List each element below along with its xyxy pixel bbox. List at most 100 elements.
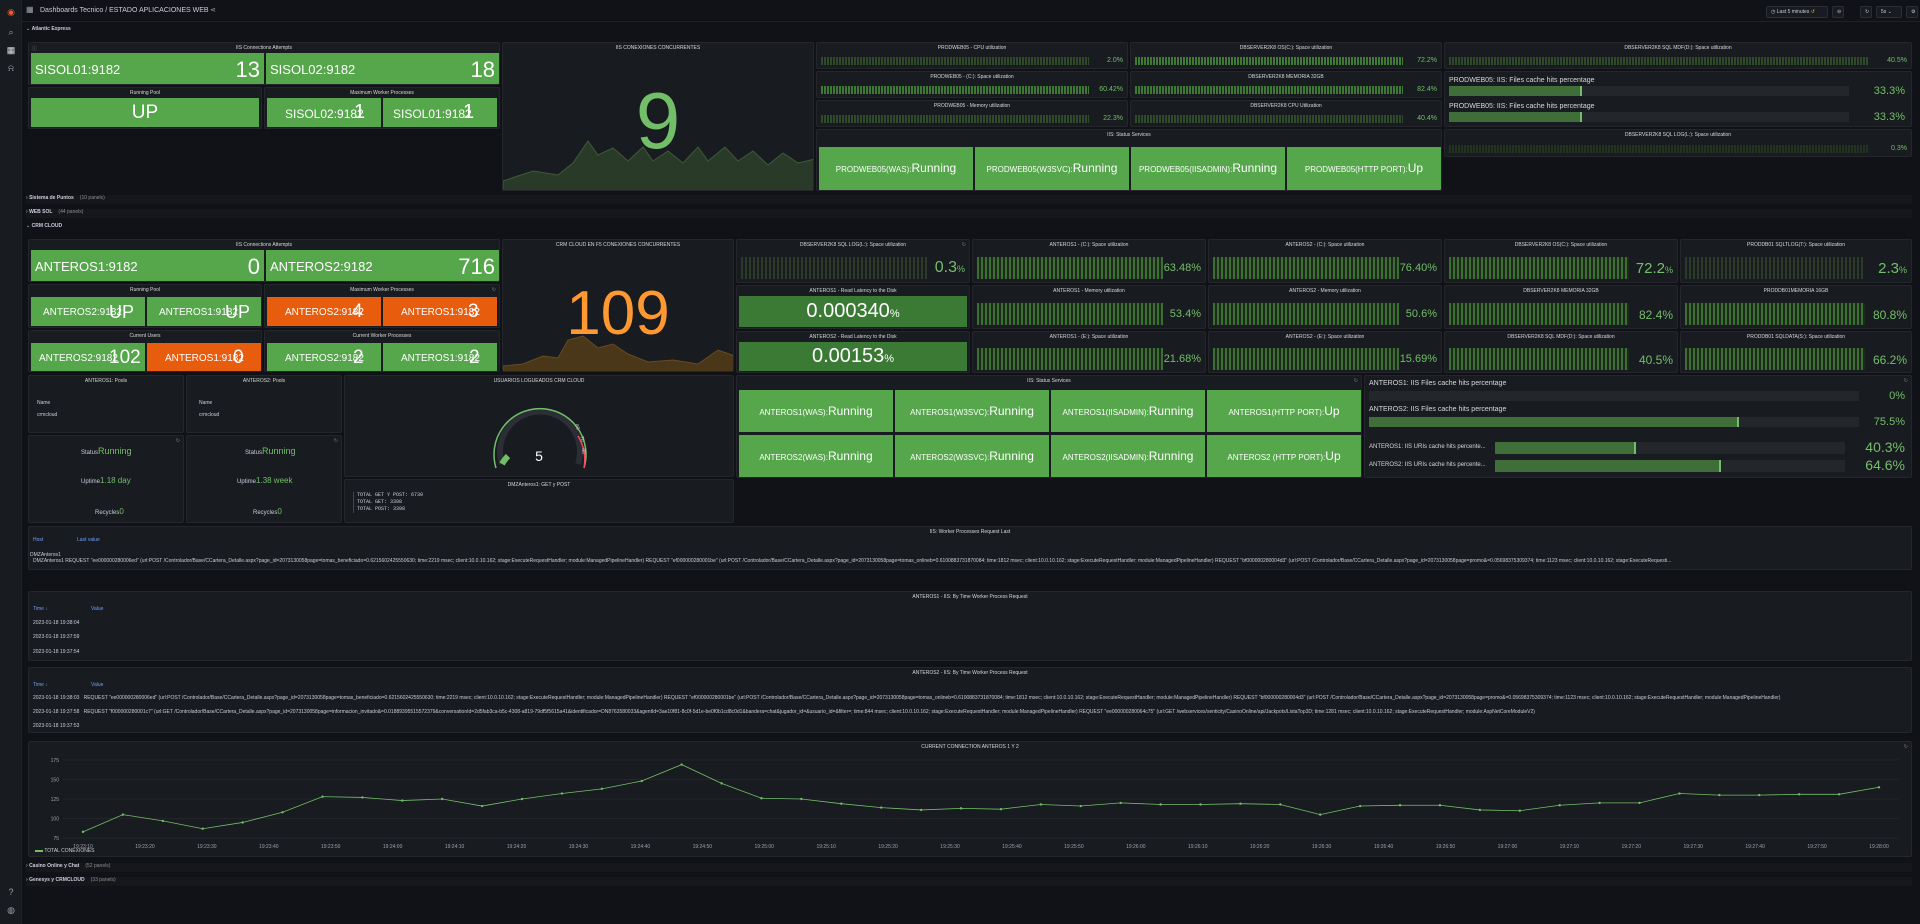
crm-bar-panel-3: DBSERVER2K8 OS(C:): Space utilization 72… xyxy=(1444,239,1678,283)
refresh-icon: ↻ xyxy=(961,242,966,248)
refresh-interval-picker[interactable]: 5s ⌄ xyxy=(1876,6,1902,18)
chart-legend[interactable]: TOTAL CONEXIONES xyxy=(35,848,95,854)
stat-value: 13 xyxy=(235,57,260,82)
data-point xyxy=(1039,803,1043,806)
unit: % xyxy=(1896,308,1907,322)
row-atlantic-express[interactable]: ⌄ Atlantic Express xyxy=(26,26,226,35)
svc-name: PRODWEB05(HTTP PORT): xyxy=(1304,165,1408,174)
bar-gauge xyxy=(977,348,1163,370)
svc-state: Running xyxy=(827,449,873,463)
crm-bar-panel-5: ANTEROS1 - Memory utilization 53.4% xyxy=(972,285,1206,329)
svc-card: ANTEROS1(HTTP PORT):Up xyxy=(1207,390,1361,432)
refresh-button[interactable]: ↻ xyxy=(1860,6,1872,18)
crm-bar-panel-7: DBSERVER2K8 MEMORIA 32GB 82.4% xyxy=(1444,285,1678,329)
dashboards-icon[interactable]: ▦ xyxy=(4,44,18,56)
column-header-value[interactable]: Value xyxy=(91,606,103,612)
stat-anteros1: ANTEROS1:9182 0 xyxy=(31,250,264,281)
panel-title: IIS: Status Services xyxy=(1107,132,1151,138)
unit: % xyxy=(1191,353,1201,365)
x-tick-label: 19:25:40 xyxy=(1002,844,1022,850)
pool-column: Name xyxy=(37,400,51,406)
svc-state: Running xyxy=(989,404,1034,418)
settings-icon[interactable]: ⚙ xyxy=(1906,6,1918,18)
cache-label: ANTEROS2: IIS URIs cache hits percente..… xyxy=(1369,462,1486,468)
value: 50.6 xyxy=(1405,308,1428,320)
gauge-tick: 70 xyxy=(578,435,586,443)
row-casino-online[interactable]: › Casino Online y Chat (52 panels) xyxy=(26,863,1912,872)
panel-title: IIS Connections Attempts xyxy=(235,242,293,248)
data-point xyxy=(600,787,604,791)
help-icon[interactable]: ? xyxy=(4,886,18,898)
data-point xyxy=(959,807,963,810)
bar-value: 0.3% xyxy=(935,259,965,277)
svc-card: ANTEROS2(W3SVC):Running xyxy=(895,435,1049,477)
breadcrumb[interactable]: Dashboards Tecnico / ESTADO APLICACIONES… xyxy=(40,7,209,14)
column-header-host[interactable]: Host xyxy=(33,537,43,543)
column-header-last-value[interactable]: Last value xyxy=(77,537,100,543)
column-header-time[interactable]: Time ↓ xyxy=(33,682,48,688)
panel-title: ANTEROS1 - (E:): Space utilization xyxy=(1049,334,1129,340)
status-value: Running xyxy=(262,446,296,456)
atl-concurrent-connections-panel: IIS CONEXIONES CONCURRENTES 9 xyxy=(502,42,814,191)
panel-title: PRODWEB05 - CPU utilization xyxy=(937,45,1007,51)
stat-label: ANTEROS1:9182 xyxy=(35,259,138,274)
y-tick-label: 100 xyxy=(51,817,60,823)
worker-process-last-panel: IIS: Worker Processes Request Last Host … xyxy=(28,526,1912,570)
cache-value: 33.3% xyxy=(1873,85,1905,97)
users-gauge-panel: USUARIOS LOGUEADOS CRM CLOUD 60 70 80 5 xyxy=(344,375,734,477)
data-point xyxy=(361,796,364,799)
panel-title: Running Pool xyxy=(129,90,161,96)
row-title: Sistema de Puntos xyxy=(29,195,74,201)
status-line: StatusRunning xyxy=(81,446,132,456)
refresh-icon: ↻ xyxy=(1903,378,1908,384)
column-header-time[interactable]: Time ↓ xyxy=(33,606,48,612)
row-title: WEB SOL xyxy=(29,209,53,215)
x-tick-label: 19:25:50 xyxy=(1064,844,1084,850)
column-header-value[interactable]: Value xyxy=(91,682,103,688)
bar-gauge xyxy=(1135,115,1403,123)
host-label: DMZAnteros1 xyxy=(30,552,61,558)
row-genesys-crmcloud[interactable]: › Genesys y CRMCLOUD (33 panels) xyxy=(26,877,1912,886)
panel-title: USUARIOS LOGUEADOS CRM CLOUD xyxy=(493,378,585,384)
crm-bar-panel-4: PRODDB01 SQLTLOG(T:): Space utilization … xyxy=(1680,239,1912,283)
x-tick-label: 19:27:10 xyxy=(1560,844,1580,850)
bar-value: 2.3% xyxy=(1878,260,1907,277)
time-range-picker[interactable]: ◷ Last 5 minutes ↺ xyxy=(1766,6,1828,18)
table-row: 2023-01-18 19:37:58 REQUEST "f0000002800… xyxy=(33,709,1909,715)
x-tick-label: 19:24:20 xyxy=(507,844,527,850)
bar-gauge xyxy=(1449,145,1869,153)
table-row: 2023-01-18 19:38:04 xyxy=(33,620,80,626)
status-value: Running xyxy=(98,446,132,456)
zoom-out-button[interactable]: ⊖ xyxy=(1832,6,1844,18)
atl-bar-panel-0: PRODWEB05 - CPU utilization 2.0% xyxy=(816,42,1128,69)
row-crm-cloud[interactable]: ⌄ CRM CLOUD xyxy=(26,223,226,232)
bar-value: 2.0% xyxy=(1107,57,1123,64)
time-range-label: Last 5 minutes xyxy=(1776,9,1810,15)
stat-label: SISOL01:9182 xyxy=(35,62,121,77)
stat-card: ANTEROS1:9182 UP xyxy=(147,297,261,326)
search-icon[interactable]: ⌕ xyxy=(4,26,18,38)
row-title: Genesys y CRMCLOUD xyxy=(29,877,85,883)
bar-gauge xyxy=(1213,303,1399,325)
atl-running-pool-panel: Running Pool UP xyxy=(28,87,262,129)
user-avatar-icon[interactable]: ◍ xyxy=(4,904,18,916)
data-point xyxy=(1199,803,1202,806)
row-web-sol[interactable]: › WEB SOL (44 panels) xyxy=(26,209,1912,218)
bar-gauge xyxy=(1135,57,1403,65)
unit: % xyxy=(1896,353,1907,367)
alerting-icon[interactable]: ⍾ xyxy=(4,62,18,74)
grafana-logo-icon[interactable]: ◉ xyxy=(4,6,18,18)
svc-state: Up xyxy=(1324,404,1340,418)
row-time: 2023-01-18 19:38:03 xyxy=(33,695,80,701)
stat-label: ANTEROS2:9182 xyxy=(39,353,118,364)
share-icon[interactable]: ⋖ xyxy=(210,6,216,14)
data-point xyxy=(560,792,564,795)
bar-gauge xyxy=(821,57,1089,65)
bar-gauge xyxy=(1213,348,1399,370)
refresh-interval-label: 5s xyxy=(1881,9,1887,15)
data-point xyxy=(520,797,524,801)
svc-card: PRODWEB05(HTTP PORT):Up xyxy=(1287,147,1441,190)
cache-value: 75.5% xyxy=(1873,416,1905,428)
svc-name: ANTEROS2 (HTTP PORT): xyxy=(1227,453,1326,462)
row-sistema-de-puntos[interactable]: › Sistema de Puntos (10 panels) xyxy=(26,195,1912,204)
